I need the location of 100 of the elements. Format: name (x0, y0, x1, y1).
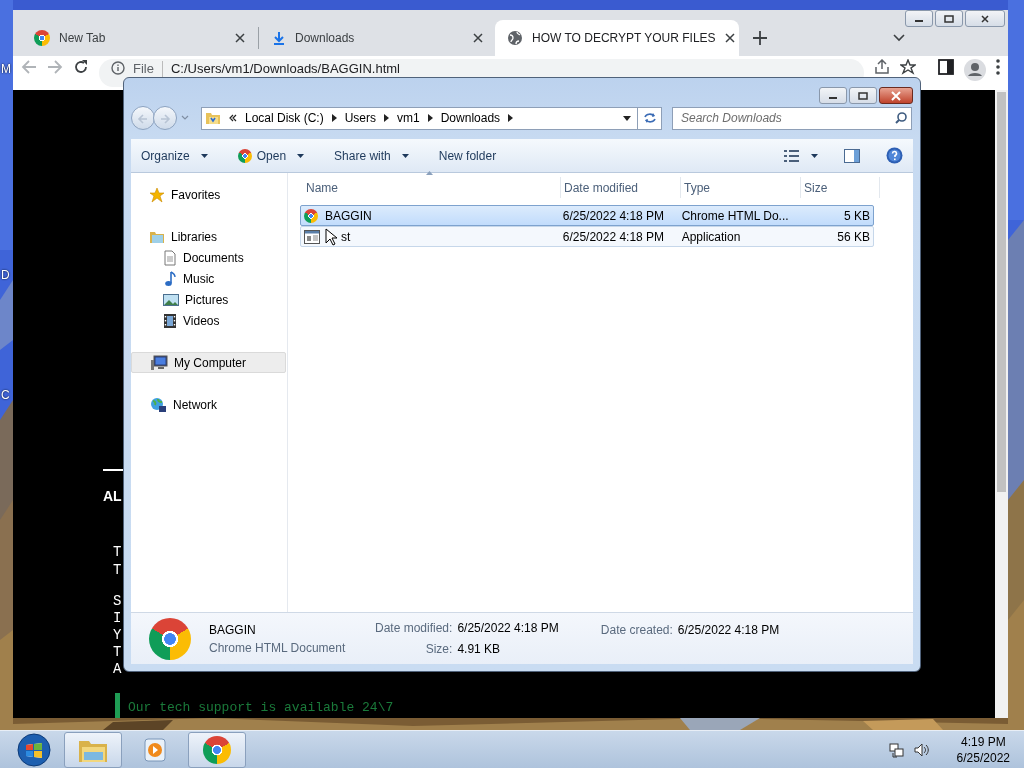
file-name: BAGGIN (209, 621, 257, 639)
page-text: I (113, 610, 122, 627)
navigation-item[interactable]: Pictures (131, 289, 286, 310)
navigation-item[interactable]: Network (131, 394, 286, 415)
toolbar-button[interactable]: Open (237, 146, 305, 165)
caret-icon (200, 153, 208, 158)
computer-icon (150, 354, 168, 371)
detail-label: Size: (424, 641, 453, 658)
tab-title[interactable]: New Tab (59, 29, 226, 47)
file-size: 56 KB (836, 228, 871, 246)
preview-pane-button[interactable] (844, 148, 860, 163)
breadcrumb-arrow-icon[interactable] (508, 114, 514, 122)
search-field[interactable]: Search Downloads (672, 106, 912, 130)
bookmark-star-icon[interactable] (900, 59, 916, 75)
breadcrumb-item[interactable]: Users (344, 109, 377, 127)
side-panel-icon[interactable] (938, 59, 954, 75)
breadcrumb-arrow-icon[interactable] (427, 114, 433, 122)
column-header[interactable]: Type (681, 177, 801, 198)
chrome-logo-icon (34, 30, 50, 46)
network-icon[interactable] (888, 741, 905, 758)
help-button[interactable] (886, 147, 903, 164)
close-icon (980, 14, 990, 23)
maximize-button[interactable] (935, 10, 963, 27)
clock-time[interactable]: 4:19 PM (956, 733, 1010, 750)
picture-icon (163, 292, 179, 307)
detail-value: 6/25/2022 4:18 PM (457, 620, 559, 637)
back-icon (137, 112, 149, 125)
navigation-item[interactable]: Music (131, 268, 286, 289)
browser-tab[interactable]: Downloads (260, 20, 495, 56)
toolbar-button[interactable]: Share with (334, 146, 409, 165)
network-icon (149, 396, 167, 413)
minimize-button[interactable] (819, 87, 847, 104)
mouse-cursor-icon (325, 228, 337, 246)
volume-icon[interactable] (912, 741, 931, 758)
tab-search-chevron-icon[interactable] (893, 34, 905, 42)
tab-close-icon[interactable] (724, 33, 735, 43)
file-name: st (341, 228, 351, 246)
profile-icon[interactable] (964, 59, 986, 81)
address-bar[interactable]: Local Disk (C:) Users vm1 Downloads (201, 106, 638, 130)
tab-title[interactable]: HOW TO DECRYPT YOUR FILES (532, 29, 716, 47)
toolbar-button[interactable]: Organize (141, 146, 208, 165)
file-row[interactable]: st 6/25/2022 4:18 PM Application 56 KB (300, 226, 874, 247)
navigation-item[interactable]: Libraries (131, 226, 286, 247)
chrome-logo-icon (237, 148, 252, 163)
close-icon (890, 90, 902, 101)
page-text: A (113, 661, 122, 678)
detail-value: 6/25/2022 4:18 PM (677, 622, 780, 639)
file-date: 6/25/2022 4:18 PM (561, 207, 666, 225)
reload-icon[interactable] (73, 59, 89, 75)
page-heading: AL (103, 487, 122, 506)
detail-label: Date modified: (375, 620, 453, 637)
maximize-icon (857, 91, 869, 100)
column-header[interactable]: Date modified (561, 177, 681, 198)
browser-tab[interactable]: HOW TO DECRYPT YOUR FILES (495, 20, 739, 56)
search-icon (895, 111, 907, 124)
scrollbar[interactable] (995, 90, 1008, 718)
navigation-item[interactable]: Favorites (131, 184, 286, 205)
folder-icon (205, 110, 221, 126)
new-tab-icon[interactable] (753, 31, 767, 45)
share-icon[interactable] (874, 59, 890, 75)
view-options-button[interactable] (784, 149, 818, 162)
column-header[interactable]: Name (303, 177, 561, 198)
sort-arrow-icon (426, 171, 433, 175)
globe-icon (507, 30, 523, 46)
menu-icon[interactable] (996, 59, 1000, 75)
double-chevron-icon (229, 114, 237, 122)
caret-icon (401, 153, 409, 158)
close-button[interactable] (879, 87, 913, 104)
page-text: T (113, 644, 122, 661)
navigation-item[interactable]: Documents (131, 247, 286, 268)
minimize-button[interactable] (905, 10, 933, 27)
tab-close-icon[interactable] (473, 33, 483, 43)
refresh-button[interactable] (638, 106, 662, 130)
tab-close-icon[interactable] (235, 33, 245, 43)
breadcrumb-item[interactable]: vm1 (397, 109, 420, 127)
maximize-icon (944, 14, 954, 23)
breadcrumb-item[interactable]: Downloads (440, 109, 501, 127)
tab-title[interactable]: Downloads (295, 29, 464, 47)
breadcrumb-arrow-icon[interactable] (331, 114, 337, 122)
page-text: Y (113, 627, 122, 644)
download-icon (272, 31, 286, 45)
clock-date[interactable]: 6/25/2022 (956, 749, 1010, 766)
detail-label: Date created: (600, 622, 673, 639)
file-row[interactable]: BAGGIN 6/25/2022 4:18 PM Chrome HTML Do... 5 KB (300, 205, 874, 226)
address-dropdown-icon[interactable] (623, 115, 631, 121)
breadcrumb-item[interactable]: Local Disk (C:) (245, 109, 324, 127)
navigation-item[interactable]: Videos (131, 310, 286, 331)
navigation-item[interactable]: My Computer (131, 352, 286, 373)
caret-icon (297, 153, 305, 158)
maximize-button[interactable] (849, 87, 877, 104)
refresh-icon (642, 112, 657, 124)
breadcrumb-arrow-icon[interactable] (384, 114, 390, 122)
help-icon (886, 147, 903, 164)
column-header[interactable]: Size (801, 177, 880, 198)
browser-tab[interactable]: New Tab (22, 20, 257, 56)
toolbar-button[interactable]: New folder (438, 146, 497, 165)
chrome-logo-icon (149, 617, 191, 660)
star-icon (149, 186, 165, 203)
taskbar-app-button[interactable] (188, 731, 246, 768)
page-text: T (113, 544, 122, 561)
